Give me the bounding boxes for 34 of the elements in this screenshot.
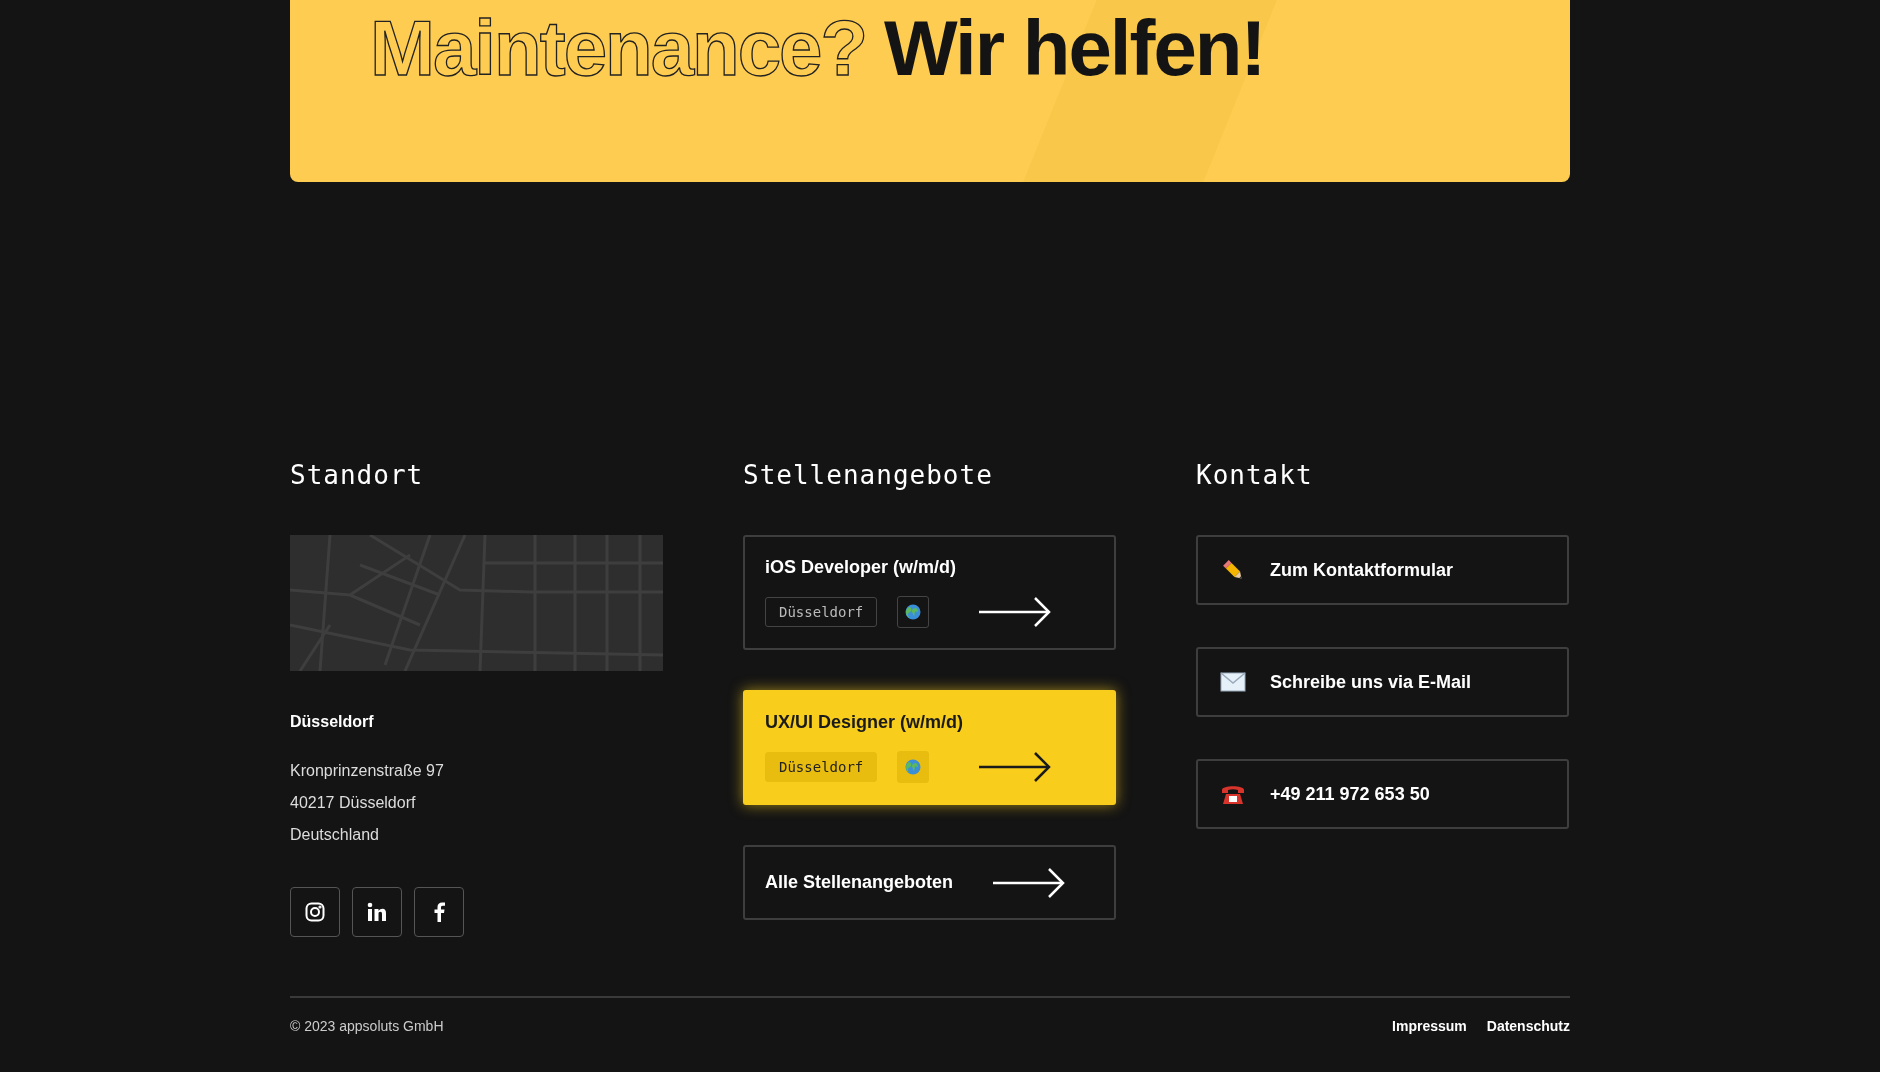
job-card[interactable]: UX/UI Designer (w/m/d) Düsseldorf xyxy=(743,690,1116,805)
address-line: 40217 Düsseldorf xyxy=(290,793,417,813)
footer-link[interactable]: Impressum xyxy=(1392,1018,1467,1034)
copyright-text: © 2023 appsoluts GmbH xyxy=(290,1018,444,1034)
section-heading: Stellenangebote xyxy=(743,459,994,492)
globe-icon xyxy=(905,759,922,775)
location-tag: Düsseldorf xyxy=(765,597,878,627)
contact-link[interactable]: Zum Kontaktformular xyxy=(1196,535,1569,605)
arrow-icon xyxy=(993,866,1066,899)
job-title: iOS Developer (w/m/d) xyxy=(765,557,958,578)
instagram-icon xyxy=(305,902,325,922)
footer-link[interactable]: Datenschutz xyxy=(1486,1018,1570,1034)
envelope-icon xyxy=(1220,672,1246,692)
social-button[interactable] xyxy=(414,887,464,937)
address-line: Kronprinzenstraße 97 xyxy=(290,761,445,781)
headline-outlined: Maintenance? xyxy=(370,3,867,94)
arrow-icon xyxy=(979,596,1052,628)
contact-link[interactable]: Schreibe uns via E-Mail xyxy=(1196,647,1569,717)
section-heading: Standort xyxy=(290,459,425,492)
location-tag: Düsseldorf xyxy=(765,752,878,782)
section-heading: Kontakt xyxy=(1196,459,1314,492)
headline: Wir helfen! xyxy=(884,3,1265,94)
linkedin-icon xyxy=(367,902,387,922)
facebook-icon xyxy=(433,902,445,922)
address-line: Deutschland xyxy=(290,825,380,845)
all-jobs-link[interactable]: Alle Stellenangeboten xyxy=(743,845,1116,920)
social-button[interactable] xyxy=(290,887,340,937)
city-name: Düsseldorf xyxy=(290,713,375,731)
social-button[interactable] xyxy=(352,887,402,937)
job-card[interactable]: iOS Developer (w/m/d) Düsseldorf xyxy=(743,535,1116,650)
globe-icon xyxy=(905,604,922,620)
contact-link[interactable]: +49 211 972 653 50 xyxy=(1196,759,1569,829)
job-title: UX/UI Designer (w/m/d) xyxy=(765,712,965,733)
arrow-icon xyxy=(979,751,1052,783)
